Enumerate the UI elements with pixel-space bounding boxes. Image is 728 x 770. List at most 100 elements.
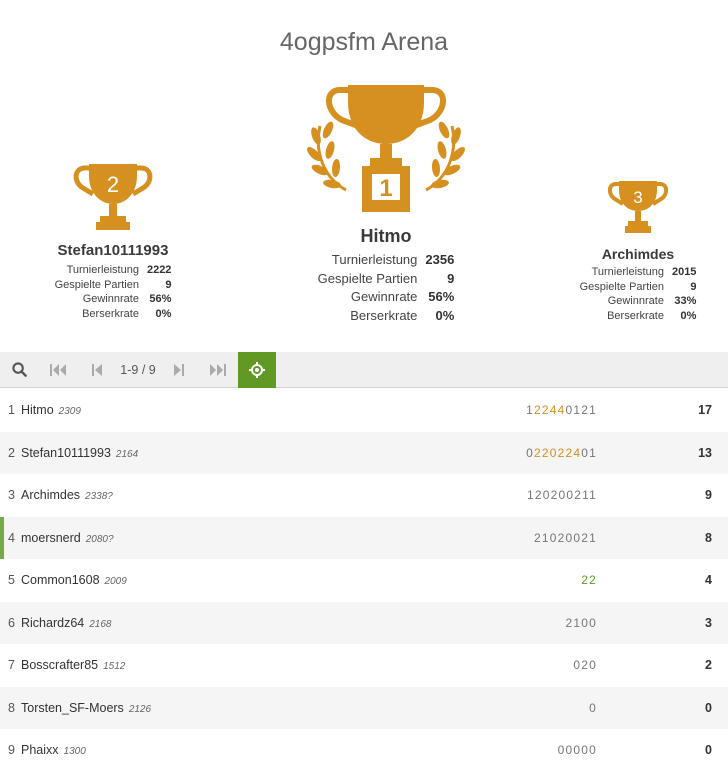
stat-row: Gespielte Partien 9 xyxy=(576,280,701,295)
player-name[interactable]: Common1608 2009 xyxy=(21,573,127,587)
stat-label: Berserkrate xyxy=(350,307,418,323)
podium-first: 1 Hitmo Turnierleistung 2356 Gespielte Par… xyxy=(300,82,472,325)
stat-value: 56% xyxy=(149,293,172,306)
stat-value: 56% xyxy=(428,289,455,304)
stat-label: Gewinnrate xyxy=(82,293,139,306)
player-name-text: Common1608 xyxy=(21,573,100,588)
game-score: 0 xyxy=(589,700,597,715)
stat-label: Gespielte Partien xyxy=(579,280,664,293)
third-place-name[interactable]: Archimdes xyxy=(568,246,708,262)
game-score: 4 xyxy=(557,403,566,418)
table-row[interactable]: 3 Archimdes 2338? 120200211 9 xyxy=(0,474,728,517)
game-score: 2 xyxy=(557,530,566,545)
player-name-text: Stefan10111993 xyxy=(21,445,111,460)
score-sheet: 0 xyxy=(589,701,597,715)
game-score: 0 xyxy=(589,743,597,758)
second-place-name[interactable]: Stefan10111993 xyxy=(43,242,183,259)
previous-page-button[interactable] xyxy=(78,352,116,388)
podium-third: 3 Archimdes Turnierleistung 2015 Gespielte… xyxy=(568,178,708,324)
game-score: 1 xyxy=(527,488,535,503)
page-indicator: 1-9 / 9 xyxy=(120,362,156,377)
game-score: 1 xyxy=(589,403,597,418)
game-score: 0 xyxy=(589,658,597,673)
standings-toolbar: 1-9 / 9 xyxy=(0,351,728,388)
player-name-text: Hitmo xyxy=(21,403,54,418)
table-row[interactable]: 7 Bosscrafter85 1512 020 2 xyxy=(0,644,728,687)
score-sheet: 21020021 xyxy=(534,531,597,545)
target-icon xyxy=(249,361,265,378)
total-score: 4 xyxy=(705,573,712,588)
game-score: 0 xyxy=(526,445,534,460)
stat-value: 2356 xyxy=(425,252,455,267)
game-score: 2 xyxy=(534,403,542,418)
player-name-text: Archimdes xyxy=(21,488,81,503)
game-score: 0 xyxy=(542,488,551,503)
total-score: 13 xyxy=(698,445,712,460)
player-name-text: Richardz64 xyxy=(21,615,85,630)
player-name[interactable]: Hitmo 2309 xyxy=(21,403,81,417)
game-score: 2 xyxy=(581,403,590,418)
player-rating: 2126 xyxy=(128,703,152,715)
player-name[interactable]: Richardz64 2168 xyxy=(21,616,111,630)
first-page-button[interactable] xyxy=(38,352,78,388)
player-name[interactable]: Torsten_SF-Moers 2126 xyxy=(21,701,151,715)
player-rating: 2080? xyxy=(85,533,114,545)
game-score: 2 xyxy=(574,488,583,503)
trophy-3-number: 3 xyxy=(633,188,642,207)
player-rank: 3 xyxy=(8,488,15,503)
jump-to-me-button[interactable] xyxy=(238,351,276,388)
player-rank: 6 xyxy=(8,615,15,630)
stat-row: Gespielte Partien 9 xyxy=(51,278,176,293)
stat-row: Berserkrate 0% xyxy=(314,307,459,326)
player-rank: 7 xyxy=(8,658,15,673)
search-button[interactable] xyxy=(0,352,38,388)
game-score: 0 xyxy=(581,445,590,460)
player-rating: 2338? xyxy=(85,491,113,503)
stat-value: 33% xyxy=(674,295,697,308)
stat-label: Gewinnrate xyxy=(607,295,664,308)
table-row[interactable]: 6 Richardz64 2168 2100 3 xyxy=(0,601,728,644)
player-name[interactable]: Stefan10111993 2164 xyxy=(21,446,138,460)
table-row[interactable]: 5 Common1608 2009 22 4 xyxy=(0,559,728,602)
player-rating: 1300 xyxy=(63,746,86,758)
game-score: 0 xyxy=(589,615,597,630)
stat-row: Turnierleistung 2356 xyxy=(314,251,459,270)
stat-row: Gespielte Partien 9 xyxy=(314,270,459,289)
game-score: 0 xyxy=(549,445,558,460)
table-row[interactable]: 9 Phaixx 1300 00000 0 xyxy=(0,729,728,770)
next-page-button[interactable] xyxy=(160,352,198,388)
stat-value: 2222 xyxy=(146,264,172,276)
player-rank: 1 xyxy=(8,403,15,418)
player-rating: 2168 xyxy=(89,618,112,630)
stat-label: Berserkrate xyxy=(82,308,139,321)
player-rank: 8 xyxy=(8,700,15,715)
stat-label: Turnierleistung xyxy=(591,266,664,278)
stat-row: Turnierleistung 2015 xyxy=(576,265,701,280)
last-page-button[interactable] xyxy=(198,352,238,388)
player-name[interactable]: moersnerd 2080? xyxy=(21,531,114,545)
stat-value: 9 xyxy=(690,280,697,293)
player-name[interactable]: Archimdes 2338? xyxy=(21,488,113,502)
table-row[interactable]: 8 Torsten_SF-Moers 2126 0 0 xyxy=(0,686,728,729)
search-icon xyxy=(11,362,27,377)
stat-value: 9 xyxy=(165,278,172,291)
player-name-text: Bosscrafter85 xyxy=(21,658,99,673)
game-score: 1 xyxy=(589,488,597,503)
game-score: 2 xyxy=(534,530,542,545)
score-sheet: 022022401 xyxy=(526,446,597,460)
stat-row: Gewinnrate 56% xyxy=(51,292,176,307)
player-name[interactable]: Bosscrafter85 1512 xyxy=(21,658,125,672)
game-score: 2 xyxy=(581,658,590,673)
player-rating: 2309 xyxy=(58,406,81,418)
game-score: 0 xyxy=(581,743,590,758)
table-row[interactable]: 4 moersnerd 2080? 21020021 8 xyxy=(0,516,728,559)
stat-value: 0% xyxy=(435,307,455,323)
table-row[interactable]: 2 Stefan10111993 2164 022022401 13 xyxy=(0,431,728,474)
table-row[interactable]: 1 Hitmo 2309 122440121 17 xyxy=(0,389,728,432)
player-name[interactable]: Phaixx 1300 xyxy=(21,743,86,757)
score-sheet: 22 xyxy=(581,573,597,587)
previous-page-icon xyxy=(92,363,102,376)
game-score: 2 xyxy=(541,403,550,418)
first-place-name[interactable]: Hitmo xyxy=(300,226,472,247)
stat-label: Gewinnrate xyxy=(350,289,418,304)
